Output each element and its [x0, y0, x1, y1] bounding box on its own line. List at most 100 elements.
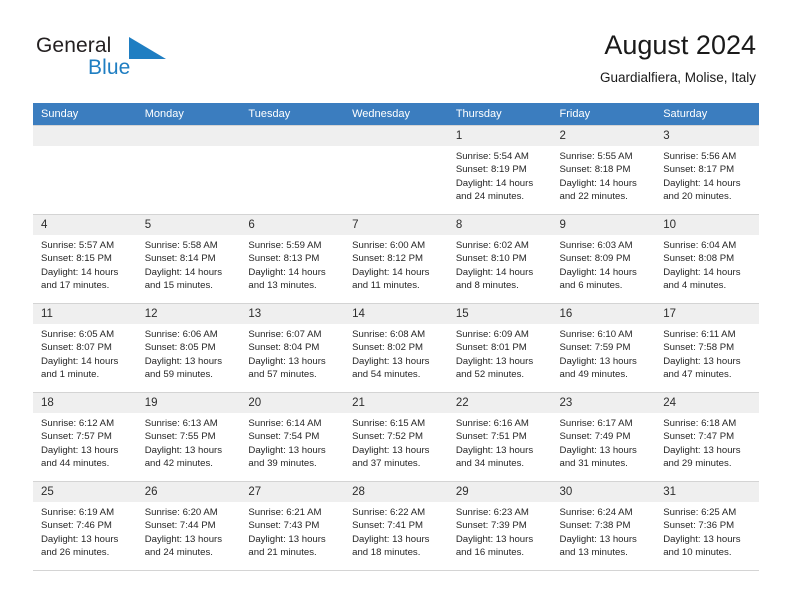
day-details: Sunrise: 6:06 AM Sunset: 8:05 PM Daylight:…	[137, 324, 241, 382]
daylight-text-line2: and 39 minutes.	[248, 458, 317, 470]
sunrise-text: Sunrise: 6:06 AM	[144, 329, 218, 340]
location-subtitle: Guardialfiera, Molise, Italy	[599, 70, 756, 85]
day-cell[interactable]: 9 Sunrise: 6:03 AM Sunset: 8:09 PM Daylight…	[551, 214, 656, 304]
brand-logo[interactable]: General Blue	[36, 34, 216, 86]
day-cell[interactable]: 26 Sunrise: 6:20 AM Sunset: 7:44 PM Dayligh…	[136, 481, 241, 571]
day-cell[interactable]: 13 Sunrise: 6:07 AM Sunset: 8:04 PM Dayligh…	[240, 303, 345, 393]
day-cell[interactable]: 16 Sunrise: 6:10 AM Sunset: 7:59 PM Dayligh…	[551, 303, 656, 393]
calendar-page: General Blue August 2024 Guardialfiera, …	[0, 0, 792, 612]
sunrise-text: Sunrise: 6:22 AM	[352, 507, 426, 518]
day-details: Sunrise: 6:05 AM Sunset: 8:07 PM Daylight:…	[33, 324, 137, 382]
day-cell[interactable]: 1 Sunrise: 5:54 AM Sunset: 8:19 PM Daylight…	[447, 125, 552, 215]
day-cell[interactable]: 15 Sunrise: 6:09 AM Sunset: 8:01 PM Dayligh…	[447, 303, 552, 393]
day-details: Sunrise: 5:58 AM Sunset: 8:14 PM Daylight:…	[137, 235, 241, 293]
sunset-text: Sunset: 7:44 PM	[144, 520, 216, 532]
sunrise-text: Sunrise: 6:12 AM	[41, 418, 115, 429]
sunset-text: Sunset: 7:46 PM	[41, 520, 112, 532]
day-number: 21	[344, 393, 448, 413]
sunrise-text: Sunrise: 6:05 AM	[41, 329, 115, 340]
daylight-text-line2: and 20 minutes.	[663, 191, 732, 203]
daylight-text-line2: and 59 minutes.	[144, 369, 213, 381]
day-cell[interactable]: 23 Sunrise: 6:17 AM Sunset: 7:49 PM Dayligh…	[551, 392, 656, 482]
day-details: Sunrise: 6:08 AM Sunset: 8:02 PM Daylight:…	[344, 324, 448, 382]
day-cell[interactable]: 10 Sunrise: 6:04 AM Sunset: 8:08 PM Dayligh…	[655, 214, 759, 304]
day-cell[interactable]: 5 Sunrise: 5:58 AM Sunset: 8:14 PM Daylight…	[136, 214, 241, 304]
day-details: Sunrise: 6:25 AM Sunset: 7:36 PM Daylight:…	[655, 502, 759, 560]
daylight-text-line2: and 21 minutes.	[248, 547, 317, 559]
daylight-text-line2: and 42 minutes.	[144, 458, 213, 470]
day-cell[interactable]: 19 Sunrise: 6:13 AM Sunset: 7:55 PM Dayligh…	[136, 392, 241, 482]
weekday-header-monday: Monday	[136, 103, 241, 126]
day-number: 20	[240, 393, 345, 413]
calendar-week-row: 25 Sunrise: 6:19 AM Sunset: 7:46 PM Dayligh…	[33, 481, 759, 571]
daylight-text-line2: and 24 minutes.	[144, 547, 213, 559]
day-number: 2	[551, 126, 656, 146]
day-cell[interactable]: 17 Sunrise: 6:11 AM Sunset: 7:58 PM Dayligh…	[655, 303, 759, 393]
day-cell[interactable]: 18 Sunrise: 6:12 AM Sunset: 7:57 PM Dayligh…	[33, 392, 137, 482]
day-number: 18	[33, 393, 137, 413]
day-cell[interactable]: 22 Sunrise: 6:16 AM Sunset: 7:51 PM Dayligh…	[447, 392, 552, 482]
day-cell[interactable]: 27 Sunrise: 6:21 AM Sunset: 7:43 PM Dayligh…	[240, 481, 345, 571]
day-cell[interactable]: 24 Sunrise: 6:18 AM Sunset: 7:47 PM Dayligh…	[655, 392, 759, 482]
day-cell[interactable]: 14 Sunrise: 6:08 AM Sunset: 8:02 PM Dayligh…	[344, 303, 448, 393]
day-cell[interactable]: 11 Sunrise: 6:05 AM Sunset: 8:07 PM Dayligh…	[33, 303, 137, 393]
daylight-text-line1: Daylight: 13 hours	[144, 533, 223, 545]
daylight-text-line1: Daylight: 13 hours	[248, 533, 326, 545]
day-number: 1	[447, 126, 552, 146]
calendar-week-row: 1 Sunrise: 5:54 AM Sunset: 8:19 PM Daylight…	[33, 125, 759, 215]
day-number: 26	[136, 482, 241, 502]
weekday-header-sunday: Sunday	[33, 103, 137, 126]
brand-name-general: General	[36, 34, 112, 57]
day-cell[interactable]: 3 Sunrise: 5:56 AM Sunset: 8:17 PM Daylight…	[655, 125, 759, 215]
sunrise-text: Sunrise: 6:10 AM	[559, 329, 633, 340]
day-cell[interactable]: 21 Sunrise: 6:15 AM Sunset: 7:52 PM Dayligh…	[344, 392, 448, 482]
calendar-table: Sunday Monday Tuesday Wednesday Thursday…	[33, 103, 759, 571]
day-cell[interactable]: 29 Sunrise: 6:23 AM Sunset: 7:39 PM Dayligh…	[447, 481, 552, 571]
daylight-text-line1: Daylight: 14 hours	[41, 355, 119, 367]
day-number: 19	[136, 393, 241, 413]
daylight-text-line2: and 57 minutes.	[248, 369, 317, 381]
daylight-text-line1: Daylight: 13 hours	[352, 533, 430, 545]
day-cell[interactable]: 20 Sunrise: 6:14 AM Sunset: 7:54 PM Dayligh…	[240, 392, 345, 482]
calendar-body: 1 Sunrise: 5:54 AM Sunset: 8:19 PM Daylight…	[33, 125, 759, 571]
day-cell[interactable]: 25 Sunrise: 6:19 AM Sunset: 7:46 PM Dayligh…	[33, 481, 137, 571]
day-cell[interactable]: 12 Sunrise: 6:06 AM Sunset: 8:05 PM Dayligh…	[136, 303, 241, 393]
day-cell-empty	[240, 125, 345, 215]
day-number	[344, 126, 448, 146]
calendar-header-row: Sunday Monday Tuesday Wednesday Thursday…	[33, 103, 759, 126]
day-number: 5	[136, 215, 241, 235]
day-cell[interactable]: 30 Sunrise: 6:24 AM Sunset: 7:38 PM Dayligh…	[551, 481, 656, 571]
weekday-header-thursday: Thursday	[447, 103, 552, 126]
day-details: Sunrise: 6:10 AM Sunset: 7:59 PM Daylight:…	[552, 324, 656, 382]
day-details: Sunrise: 6:20 AM Sunset: 7:44 PM Daylight:…	[137, 502, 241, 560]
sunrise-text: Sunrise: 6:08 AM	[352, 329, 426, 340]
daylight-text-line2: and 15 minutes.	[144, 280, 213, 292]
daylight-text-line2: and 52 minutes.	[455, 369, 525, 381]
sunrise-text: Sunrise: 5:56 AM	[663, 151, 737, 162]
calendar-week-row: 18 Sunrise: 6:12 AM Sunset: 7:57 PM Dayligh…	[33, 392, 759, 482]
calendar-week-row: 4 Sunrise: 5:57 AM Sunset: 8:15 PM Daylight…	[33, 214, 759, 304]
day-cell[interactable]: 4 Sunrise: 5:57 AM Sunset: 8:15 PM Daylight…	[33, 214, 137, 304]
daylight-text-line1: Daylight: 13 hours	[144, 444, 223, 456]
day-cell[interactable]: 7 Sunrise: 6:00 AM Sunset: 8:12 PM Daylight…	[344, 214, 448, 304]
sunset-text: Sunset: 8:15 PM	[41, 253, 112, 265]
daylight-text-line1: Daylight: 13 hours	[248, 355, 326, 367]
daylight-text-line1: Daylight: 13 hours	[663, 533, 741, 545]
day-cell[interactable]: 2 Sunrise: 5:55 AM Sunset: 8:18 PM Daylight…	[551, 125, 656, 215]
day-cell[interactable]: 6 Sunrise: 5:59 AM Sunset: 8:13 PM Daylight…	[240, 214, 345, 304]
sunrise-text: Sunrise: 5:54 AM	[455, 151, 529, 162]
daylight-text-line1: Daylight: 14 hours	[559, 266, 637, 278]
daylight-text-line2: and 4 minutes.	[663, 280, 727, 292]
sunset-text: Sunset: 8:12 PM	[352, 253, 424, 265]
day-details: Sunrise: 6:17 AM Sunset: 7:49 PM Daylight:…	[552, 413, 656, 471]
day-cell[interactable]: 31 Sunrise: 6:25 AM Sunset: 7:36 PM Dayligh…	[655, 481, 759, 571]
daylight-text-line1: Daylight: 13 hours	[455, 444, 534, 456]
sunset-text: Sunset: 8:17 PM	[663, 164, 735, 176]
day-cell[interactable]: 28 Sunrise: 6:22 AM Sunset: 7:41 PM Dayligh…	[344, 481, 448, 571]
weekday-header-tuesday: Tuesday	[240, 103, 345, 126]
day-cell[interactable]: 8 Sunrise: 6:02 AM Sunset: 8:10 PM Daylight…	[447, 214, 552, 304]
sunrise-text: Sunrise: 5:58 AM	[144, 240, 218, 251]
day-cell-empty	[33, 125, 137, 215]
day-details: Sunrise: 6:12 AM Sunset: 7:57 PM Daylight:…	[33, 413, 137, 471]
day-cell-empty	[136, 125, 241, 215]
